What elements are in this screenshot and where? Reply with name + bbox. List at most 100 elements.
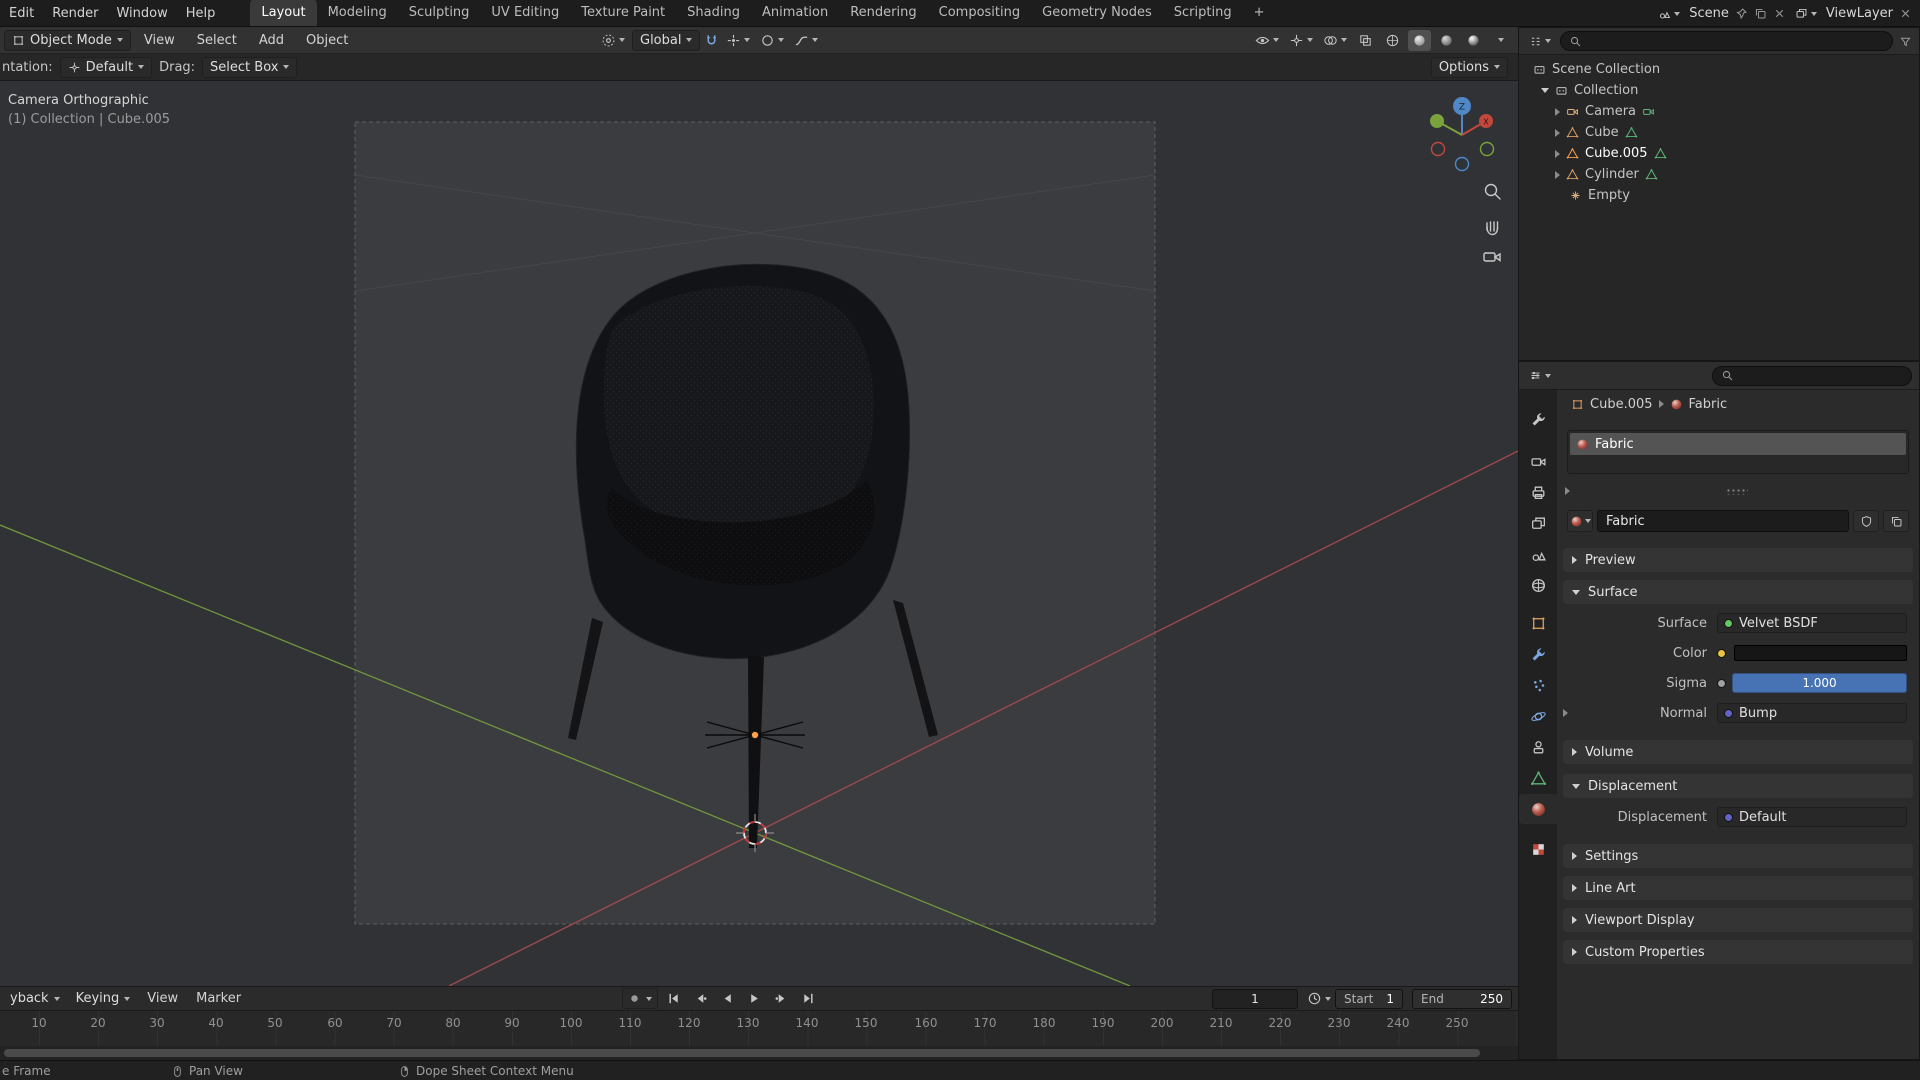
tab-particles[interactable] xyxy=(1519,670,1557,700)
sigma-slider[interactable]: 1.000 xyxy=(1732,673,1907,693)
workspace-tab-shading[interactable]: Shading xyxy=(676,0,751,26)
remove-viewlayer-icon[interactable] xyxy=(1899,7,1912,20)
tab-modifiers[interactable] xyxy=(1519,639,1557,669)
workspace-tab-texture-paint[interactable]: Texture Paint xyxy=(570,0,676,26)
workspace-tab-scripting[interactable]: Scripting xyxy=(1163,0,1243,26)
material-slot-list[interactable]: Fabric xyxy=(1567,430,1909,474)
surface-type-dropdown[interactable]: Velvet BSDF xyxy=(1717,613,1907,633)
workspace-tab-layout[interactable]: Layout xyxy=(250,0,316,26)
color-swatch[interactable] xyxy=(1734,645,1907,661)
fake-user-button[interactable] xyxy=(1853,510,1879,532)
displacement-dropdown[interactable]: Default xyxy=(1717,807,1907,827)
panel-surface[interactable]: Surface xyxy=(1557,580,1919,604)
material-slot-item[interactable]: Fabric xyxy=(1570,433,1906,455)
gizmo-minus-x-axis[interactable] xyxy=(1432,143,1445,156)
menu-select[interactable]: Select xyxy=(188,33,246,48)
scene-browser-button[interactable] xyxy=(1655,3,1683,24)
gizmo-y-axis[interactable] xyxy=(1430,114,1444,128)
options-dropdown[interactable]: Options xyxy=(1431,57,1508,78)
playback-sync-dropdown[interactable] xyxy=(1304,988,1334,1009)
viewport[interactable]: Z X xyxy=(0,81,1518,986)
new-material-button[interactable] xyxy=(1883,510,1909,532)
playback-menu[interactable]: yback xyxy=(2,988,68,1009)
mesh-data-icon[interactable] xyxy=(1645,168,1658,181)
outliner-row-collection[interactable]: Collection xyxy=(1519,80,1919,101)
specials-icon[interactable] xyxy=(1565,487,1570,495)
outliner-row-scene-collection[interactable]: Scene Collection xyxy=(1519,59,1919,80)
workspace-tab-sculpting[interactable]: Sculpting xyxy=(398,0,481,26)
outliner-row-cube[interactable]: Cube xyxy=(1519,122,1919,143)
normal-dropdown[interactable]: Bump xyxy=(1717,703,1907,723)
outliner-editor-type[interactable] xyxy=(1526,31,1554,52)
current-frame-field[interactable]: 1 xyxy=(1212,989,1298,1009)
outliner-row-cube005[interactable]: Cube.005 xyxy=(1519,143,1919,164)
shading-wireframe-button[interactable] xyxy=(1381,30,1404,51)
jump-to-end-button[interactable] xyxy=(797,988,820,1009)
gizmo-minus-z-axis[interactable] xyxy=(1456,158,1469,171)
snap-settings-dropdown[interactable] xyxy=(723,30,753,51)
outliner-row-cylinder[interactable]: Cylinder xyxy=(1519,164,1919,185)
panel-settings[interactable]: Settings xyxy=(1557,844,1919,868)
panel-preview[interactable]: Preview xyxy=(1557,548,1919,572)
workspace-tab-uv-editing[interactable]: UV Editing xyxy=(480,0,570,26)
expand-icon[interactable] xyxy=(1555,129,1560,137)
viewlayer-name[interactable]: ViewLayer xyxy=(1826,6,1893,21)
tab-tool[interactable] xyxy=(1519,404,1557,434)
workspace-tab-modeling[interactable]: Modeling xyxy=(317,0,398,26)
workspace-tab-rendering[interactable]: Rendering xyxy=(839,0,927,26)
snap-toggle-icon[interactable] xyxy=(704,33,719,48)
frame-end-field[interactable]: End250 xyxy=(1412,989,1512,1009)
menu-window[interactable]: Window xyxy=(107,0,176,26)
tab-scene[interactable] xyxy=(1519,539,1557,569)
panel-custom-properties[interactable]: Custom Properties xyxy=(1557,940,1919,964)
menu-view[interactable]: View xyxy=(135,33,184,48)
menu-edit[interactable]: Edit xyxy=(0,0,43,26)
timeline-scrollbar[interactable] xyxy=(0,1046,1518,1060)
menu-render[interactable]: Render xyxy=(43,0,107,26)
falloff-dropdown[interactable] xyxy=(791,30,821,51)
tab-physics[interactable] xyxy=(1519,701,1557,731)
tab-view-layer[interactable] xyxy=(1519,508,1557,538)
xray-toggle[interactable] xyxy=(1354,30,1377,51)
tab-world[interactable] xyxy=(1519,570,1557,600)
panel-volume[interactable]: Volume xyxy=(1557,740,1919,764)
auto-keying-button[interactable] xyxy=(622,988,658,1009)
transform-pivot-dropdown[interactable] xyxy=(598,30,628,51)
orientation-dropdown[interactable]: Global xyxy=(632,30,700,51)
jump-to-start-button[interactable] xyxy=(662,988,685,1009)
visibility-dropdown[interactable] xyxy=(1252,30,1282,51)
resize-grip[interactable] xyxy=(1726,488,1748,495)
new-scene-icon[interactable] xyxy=(1754,7,1767,20)
timeline-view-menu[interactable]: View xyxy=(138,987,187,1010)
mode-dropdown[interactable]: Object Mode xyxy=(4,30,131,51)
material-name-field[interactable]: Fabric xyxy=(1597,510,1849,532)
outliner-row-camera[interactable]: Camera xyxy=(1519,101,1919,122)
overlays-dropdown[interactable] xyxy=(1320,30,1350,51)
panel-displacement[interactable]: Displacement xyxy=(1557,774,1919,798)
mesh-data-icon[interactable] xyxy=(1654,147,1667,160)
tab-material[interactable] xyxy=(1519,794,1557,824)
scene-name[interactable]: Scene xyxy=(1689,6,1729,21)
expand-icon[interactable] xyxy=(1555,171,1560,179)
panel-line-art[interactable]: Line Art xyxy=(1557,876,1919,900)
frame-start-field[interactable]: Start1 xyxy=(1335,989,1403,1009)
proportional-edit-dropdown[interactable] xyxy=(757,30,787,51)
keying-menu[interactable]: Keying xyxy=(68,988,139,1009)
workspace-tab-compositing[interactable]: Compositing xyxy=(928,0,1032,26)
timeline-marker-menu[interactable]: Marker xyxy=(187,987,250,1010)
tab-constraints[interactable] xyxy=(1519,732,1557,762)
shading-solid-button[interactable] xyxy=(1408,30,1431,51)
gizmo-minus-y-axis[interactable] xyxy=(1481,143,1494,156)
expand-icon[interactable] xyxy=(1555,108,1560,116)
timeline-ruler[interactable]: 10 20 30 40 50 60 70 80 90 100 110 120 1… xyxy=(0,1010,1518,1046)
drag-mode-dropdown[interactable]: Select Box xyxy=(202,57,297,78)
unlink-scene-icon[interactable] xyxy=(1773,7,1786,20)
camera-data-icon[interactable] xyxy=(1642,105,1655,118)
tab-render[interactable] xyxy=(1519,446,1557,476)
viewport-canvas[interactable]: Z X xyxy=(0,81,1518,986)
tab-output[interactable] xyxy=(1519,477,1557,507)
expand-icon[interactable] xyxy=(1555,150,1560,158)
collapse-icon[interactable] xyxy=(1541,88,1549,93)
next-keyframe-button[interactable] xyxy=(770,988,793,1009)
add-workspace-button[interactable]: + xyxy=(1243,0,1276,26)
